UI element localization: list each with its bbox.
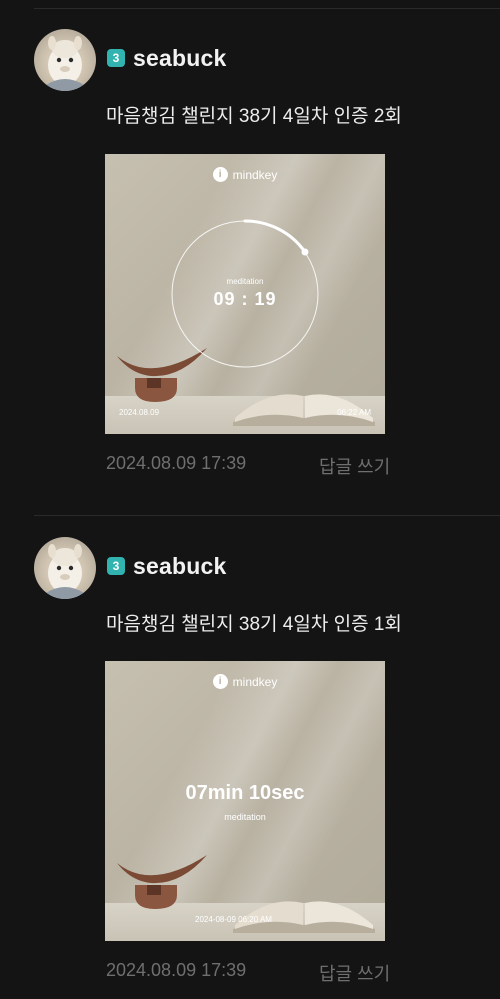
open-book-icon <box>233 901 375 933</box>
duration-readout: 07min 10sec <box>185 782 305 804</box>
level-badge: 3 <box>107 49 125 67</box>
brand-logo: i mindkey <box>105 674 385 689</box>
post-text: 마음챙김 챌린지 38기 4일차 인증 2회 <box>106 106 402 127</box>
session-type-label: meditation <box>226 277 264 286</box>
session-type-label: meditation <box>224 812 266 822</box>
brand-name: mindkey <box>232 674 278 689</box>
avatar[interactable] <box>34 537 96 599</box>
reply-button[interactable]: 답글 쓰기 <box>319 960 390 986</box>
alpaca-avatar-image <box>46 544 84 599</box>
brand-logo: i mindkey <box>105 167 385 182</box>
comment-post: 3 seabuck 마음챙김 챌린지 38기 4일차 인증 1회 i mindk… <box>0 537 500 999</box>
comment-post: 3 seabuck 마음챙김 챌린지 38기 4일차 인증 2회 i mindk… <box>0 29 500 499</box>
mindkey-logo-icon: i <box>212 167 228 182</box>
post-divider <box>34 515 500 516</box>
photo-date: 2024.08.09 <box>119 408 160 417</box>
reply-button[interactable]: 답글 쓰기 <box>319 453 390 479</box>
username[interactable]: seabuck <box>133 45 226 72</box>
top-divider <box>34 8 500 9</box>
photo-datetime: 2024-08-09 06:20 AM <box>195 915 272 924</box>
photo-time: 06:22 AM <box>337 408 371 417</box>
post-timestamp: 2024.08.09 17:39 <box>106 960 247 980</box>
avatar[interactable] <box>34 29 96 91</box>
username[interactable]: seabuck <box>133 553 226 580</box>
alpaca-avatar-image <box>46 36 84 91</box>
brand-name: mindkey <box>232 167 278 182</box>
meditation-photo[interactable]: i mindkey meditation 09 : 19 2024.08.09 … <box>105 154 385 434</box>
post-timestamp: 2024.08.09 17:39 <box>106 453 247 473</box>
mindkey-logo-icon: i <box>212 674 228 689</box>
timer-readout: 09 : 19 <box>213 289 277 309</box>
post-text: 마음챙김 챌린지 38기 4일차 인증 1회 <box>106 614 402 635</box>
rocking-wood-icon <box>117 855 207 909</box>
meditation-photo[interactable]: i mindkey 07min 10sec meditation 2024-08… <box>105 661 385 941</box>
level-badge: 3 <box>107 557 125 575</box>
